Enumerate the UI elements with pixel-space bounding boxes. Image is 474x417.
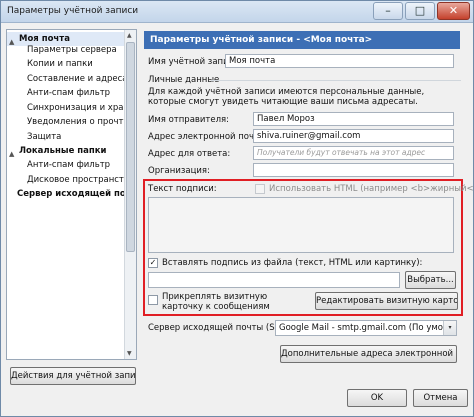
- title-bar: Параметры учётной записи – □ ✕: [1, 1, 473, 23]
- extra-addresses-button[interactable]: Дополнительные адреса электронной почты.…: [280, 345, 457, 363]
- maximize-button[interactable]: □: [405, 2, 435, 20]
- account-actions-button[interactable]: Действия для учётной записи ▾: [10, 367, 136, 385]
- tree-item-local-spam-filter[interactable]: Анти-спам фильтр: [27, 158, 110, 172]
- signature-textarea[interactable]: [148, 197, 454, 253]
- smtp-select[interactable]: Google Mail - smtp.gmail.com (По умолча.…: [275, 320, 457, 336]
- close-button[interactable]: ✕: [437, 2, 470, 20]
- signature-file-field[interactable]: [148, 272, 400, 288]
- reply-to-label: Адрес для ответа:: [148, 149, 231, 159]
- tree-item-security[interactable]: Защита: [27, 130, 61, 144]
- browse-button[interactable]: Выбрать...: [405, 271, 456, 289]
- smtp-selected-value: Google Mail - smtp.gmail.com (По умолча.…: [279, 323, 457, 333]
- attach-file-label: Вставлять подпись из файла (текст, HTML …: [162, 258, 423, 268]
- scroll-up-icon[interactable]: ▲: [127, 32, 132, 39]
- attach-vcard-checkbox[interactable]: [148, 295, 158, 305]
- tree-item-copies-folders[interactable]: Копии и папки: [27, 57, 93, 71]
- scroll-down-icon[interactable]: ▼: [127, 350, 132, 357]
- signature-label: Текст подписи:: [148, 184, 217, 194]
- collapse-icon[interactable]: ▲: [9, 35, 14, 49]
- account-settings-window: Параметры учётной записи – □ ✕ ▲ Моя поч…: [0, 0, 474, 417]
- email-label: Адрес электронной почты:: [148, 132, 269, 142]
- tree-item-receipts[interactable]: Уведомления о прочтении: [27, 115, 136, 129]
- sender-name-label: Имя отправителя:: [148, 115, 230, 125]
- tree-item-composition[interactable]: Составление и адресация: [27, 72, 136, 86]
- window-title: Параметры учётной записи: [7, 6, 139, 16]
- ok-button[interactable]: OK: [347, 389, 407, 407]
- attach-file-checkbox[interactable]: ✓: [148, 258, 158, 268]
- tree-item-local-folders[interactable]: ▲ Локальные папки: [7, 144, 125, 158]
- page-title: Параметры учётной записи - <Моя почта>: [144, 31, 460, 49]
- sender-name-field[interactable]: Павел Мороз: [253, 112, 454, 126]
- tree-item-server-settings[interactable]: Параметры сервера: [27, 43, 117, 57]
- tree-item-sync-storage[interactable]: Синхронизация и хранение: [27, 101, 136, 115]
- tree-item-spam-filter[interactable]: Анти-спам фильтр: [27, 86, 110, 100]
- account-name-field[interactable]: Моя почта: [225, 54, 454, 68]
- organization-label: Организация:: [148, 166, 210, 176]
- dropdown-arrow-icon: ▾: [443, 321, 456, 335]
- attach-vcard-label: Прикреплять визитную карточку к сообщени…: [162, 292, 270, 312]
- cancel-button[interactable]: Отмена: [413, 389, 468, 407]
- tree-item-disk-space[interactable]: Дисковое пространство: [27, 173, 134, 187]
- account-actions-label: Действия для учётной записи: [11, 371, 136, 381]
- scrollbar-thumb[interactable]: [126, 42, 135, 252]
- use-html-checkbox[interactable]: [255, 184, 265, 194]
- tree-item-outgoing-server[interactable]: Сервер исходящей почт...: [17, 187, 136, 201]
- personal-section-label: Личные данные: [148, 75, 220, 85]
- section-divider: [211, 80, 461, 81]
- sidebar-scrollbar[interactable]: ▲ ▼: [124, 30, 136, 359]
- collapse-icon[interactable]: ▲: [9, 147, 14, 161]
- organization-field[interactable]: [253, 163, 454, 177]
- personal-description: Для каждой учётной записи имеются персон…: [148, 87, 425, 107]
- account-tree[interactable]: ▲ Моя почта Параметры сервера Копии и па…: [6, 29, 137, 360]
- minimize-button[interactable]: –: [373, 2, 403, 20]
- tree-item-label: Локальные папки: [19, 146, 107, 156]
- edit-vcard-button[interactable]: Редактировать визитную карточку...: [315, 292, 458, 310]
- reply-to-field[interactable]: Получатели будут отвечать на этот адрес: [253, 146, 454, 160]
- use-html-label: Использовать HTML (например <b>жирный</b…: [269, 184, 474, 194]
- email-field[interactable]: shiva.ruiner@gmail.com: [253, 129, 454, 143]
